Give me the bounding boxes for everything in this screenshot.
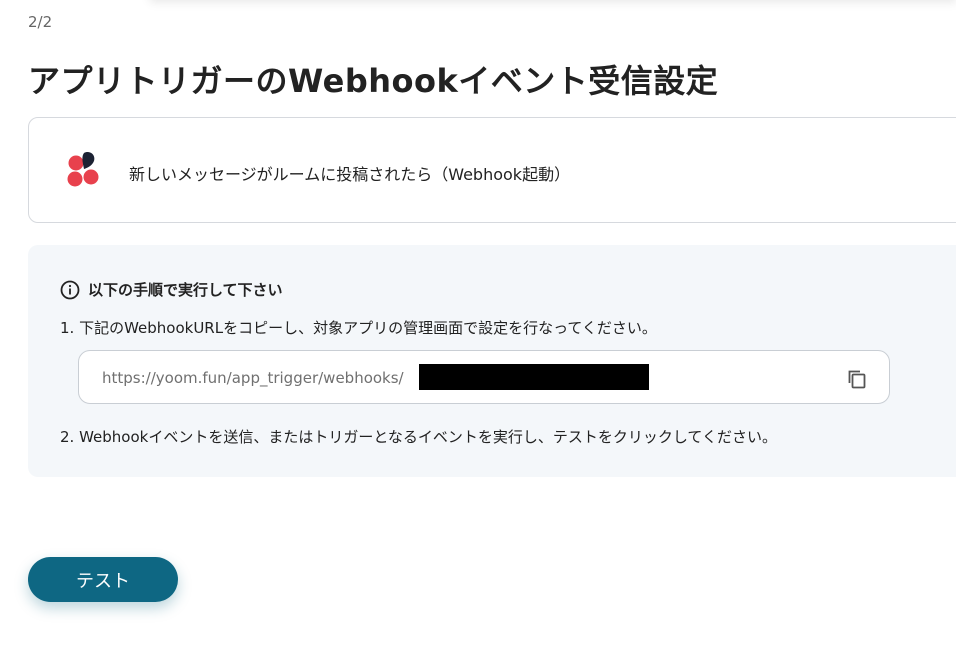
info-icon bbox=[60, 280, 80, 299]
instruction-step-2: 2. Webhookイベントを送信、またはトリガーとなるイベントを実行し、テスト… bbox=[60, 428, 777, 446]
page-title: アプリトリガーのWebhookイベント受信設定 bbox=[28, 62, 719, 100]
webhook-url-field[interactable]: https://yoom.fun/app_trigger/webhooks/ bbox=[78, 350, 890, 404]
test-button[interactable]: テスト bbox=[28, 557, 178, 602]
step-indicator: 2/2 bbox=[28, 13, 53, 31]
redacted-url-token bbox=[419, 364, 649, 390]
copy-icon[interactable] bbox=[845, 367, 869, 391]
instructions-panel: 以下の手順で実行して下さい 1. 下記のWebhookURLをコピーし、対象アプ… bbox=[28, 245, 956, 477]
app-trigger-card: 新しいメッセージがルームに投稿されたら（Webhook起動） bbox=[28, 117, 956, 223]
trigger-label: 新しいメッセージがルームに投稿されたら（Webhook起動） bbox=[129, 165, 571, 184]
webhook-url-text[interactable]: https://yoom.fun/app_trigger/webhooks/ bbox=[102, 369, 404, 387]
instruction-step-1: 1. 下記のWebhookURLをコピーし、対象アプリの管理画面で設定を行なって… bbox=[60, 319, 657, 337]
page: 2/2 アプリトリガーのWebhookイベント受信設定 新しいメッセージがルーム… bbox=[0, 0, 956, 652]
chatwork-logo-icon bbox=[67, 151, 99, 187]
instructions-heading: 以下の手順で実行して下さい bbox=[60, 279, 283, 300]
instructions-heading-text: 以下の手順で実行して下さい bbox=[88, 281, 283, 299]
